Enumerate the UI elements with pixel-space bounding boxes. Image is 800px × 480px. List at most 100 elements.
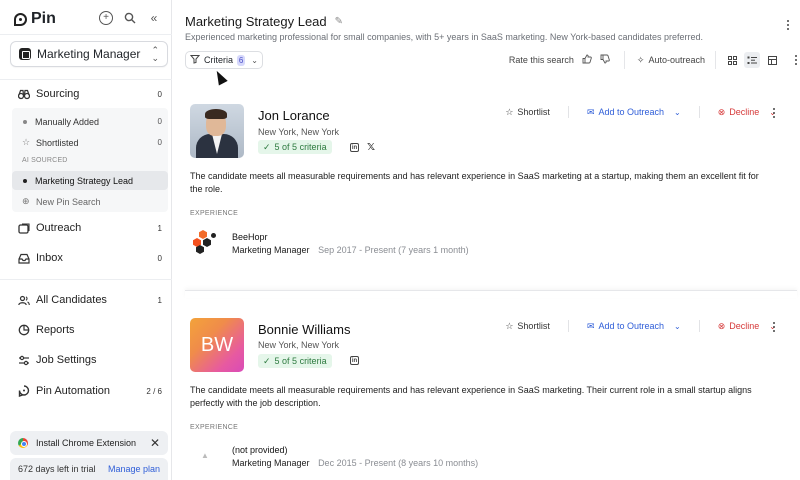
add-to-outreach-button[interactable]: ✉ Add to Outreach ⌄: [581, 317, 687, 335]
sidebar-item-count: 2 / 6: [146, 386, 162, 396]
more-options-icon[interactable]: [784, 20, 792, 30]
manage-plan-link[interactable]: Manage plan: [108, 464, 160, 474]
more-options-icon[interactable]: [792, 55, 800, 65]
criteria-match-label: 5 of 5 criteria: [274, 142, 327, 152]
role-title: Marketing Manager: [232, 245, 310, 255]
subnav-manually-added[interactable]: Manually Added 0: [12, 112, 168, 131]
more-options-icon[interactable]: [770, 108, 778, 118]
decline-label: Decline: [729, 321, 760, 331]
company-placeholder-icon: ▲: [201, 451, 209, 460]
rate-search: Rate this search: [509, 54, 610, 67]
grid-view-icon[interactable]: [724, 52, 740, 68]
sidebar-item-label: Job Settings: [36, 354, 97, 366]
edit-pencil-icon[interactable]: ✎: [335, 16, 343, 27]
job-selector[interactable]: Marketing Manager ⌃ ⌄: [10, 41, 168, 67]
collapse-sidebar-icon[interactable]: «: [147, 11, 161, 25]
divider: [0, 79, 172, 80]
more-options-icon[interactable]: [770, 322, 778, 332]
chevron-down-icon[interactable]: ⌄: [674, 108, 681, 117]
trial-days-text: 672 days left in trial: [18, 464, 96, 474]
ai-sourced-heading: AI SOURCED: [22, 157, 68, 164]
extension-banner-label: Install Chrome Extension: [36, 438, 137, 448]
sidebar-top-actions: + «: [99, 11, 161, 25]
filter-icon: [189, 54, 201, 66]
company-logo-icon: [193, 230, 217, 254]
sidebar-item-sourcing[interactable]: Sourcing 0: [0, 83, 172, 105]
subnav-label: Manually Added: [35, 116, 100, 127]
chevron-down-icon: ⌄: [251, 55, 258, 65]
main-content: Marketing Strategy Lead ✎ Experienced ma…: [173, 0, 800, 480]
thumbs-up-icon[interactable]: [582, 54, 592, 67]
mail-icon: ✉: [586, 106, 595, 117]
list-view-icon[interactable]: [744, 52, 760, 68]
chevron-down-icon[interactable]: ⌄: [674, 322, 681, 331]
criteria-match-badge[interactable]: ✓ 5 of 5 criteria: [258, 354, 332, 368]
chrome-icon: [18, 438, 28, 448]
rate-search-label: Rate this search: [508, 55, 574, 65]
subnav-label: Shortlisted: [36, 137, 79, 148]
candidate-summary: The candidate meets all measurable requi…: [190, 171, 759, 194]
candidate-summary: The candidate meets all measurable requi…: [190, 385, 752, 408]
subnav-label: New Pin Search: [36, 196, 101, 207]
sidebar-item-job-settings[interactable]: Job Settings: [0, 349, 172, 371]
mail-icon: ✉: [586, 320, 595, 331]
sidebar-item-label: Pin Automation: [36, 385, 110, 397]
candidate-avatar[interactable]: BW: [190, 318, 244, 372]
candidate-actions: ☆ Shortlist ✉ Add to Outreach ⌄ ⊗ Declin…: [499, 103, 782, 121]
search-icon[interactable]: [123, 11, 137, 25]
criteria-match-badge[interactable]: ✓ 5 of 5 criteria: [258, 140, 332, 154]
criteria-count-badge: 6: [237, 54, 246, 66]
add-to-outreach-button[interactable]: ✉ Add to Outreach ⌄: [581, 103, 687, 121]
job-icon: [19, 48, 31, 60]
sidebar-item-pin-automation[interactable]: Pin Automation 2 / 6: [0, 380, 172, 402]
linkedin-icon[interactable]: in: [350, 356, 359, 365]
sidebar-item-inbox[interactable]: Inbox 0: [0, 247, 172, 269]
sidebar-item-all-candidates[interactable]: All Candidates 1: [0, 289, 172, 311]
sidebar-item-label: All Candidates: [36, 294, 107, 306]
social-links: in 𝕏: [350, 142, 375, 153]
add-icon[interactable]: +: [99, 11, 113, 25]
circle-plus-icon: ⊕: [22, 196, 30, 206]
candidate-photo[interactable]: [190, 104, 244, 158]
subnav-active-search[interactable]: Marketing Strategy Lead: [12, 171, 168, 190]
candidate-name[interactable]: Jon Lorance: [258, 108, 330, 123]
star-icon: ☆: [505, 106, 514, 117]
shortlist-button[interactable]: ☆ Shortlist: [499, 317, 556, 335]
chevron-updown-icon: ⌃ ⌄: [151, 45, 159, 63]
sidebar-item-label: Outreach: [36, 222, 82, 234]
role-line: Marketing Manager Sep 2017 - Present (7 …: [232, 245, 469, 255]
shortlist-button[interactable]: ☆ Shortlist: [499, 103, 556, 121]
subnav-count: 0: [157, 117, 162, 126]
linkedin-icon[interactable]: in: [350, 143, 359, 152]
sidebar-item-label: Inbox: [36, 252, 63, 264]
table-view-icon[interactable]: [764, 52, 780, 68]
social-links: in: [350, 356, 359, 365]
app-name: Pin: [31, 10, 56, 27]
sidebar-item-count: 0: [157, 89, 162, 99]
page-title: Marketing Strategy Lead ✎: [185, 14, 343, 29]
users-icon: [18, 294, 30, 306]
app-brand[interactable]: Pin: [14, 10, 56, 28]
shortlist-label: Shortlist: [517, 107, 550, 117]
candidate-name[interactable]: Bonnie Williams: [258, 322, 350, 337]
sidebar-item-reports[interactable]: Reports: [0, 319, 172, 341]
subnav-shortlisted[interactable]: ☆ Shortlisted 0: [12, 133, 168, 152]
subnav-new-search[interactable]: ⊕ New Pin Search: [12, 192, 168, 211]
star-icon: ☆: [22, 137, 31, 147]
job-selector-label: Marketing Manager: [37, 47, 141, 61]
auto-outreach-button[interactable]: ✧ Auto-outreach: [623, 51, 705, 69]
search-toolbar: Rate this search ✧ Auto-outreach: [509, 51, 800, 69]
outreach-label: Add to Outreach: [598, 107, 665, 117]
check-icon: ✓: [263, 355, 271, 366]
sparkle-icon: ✧: [636, 54, 645, 65]
close-icon[interactable]: ✕: [150, 436, 160, 450]
x-twitter-icon[interactable]: 𝕏: [367, 142, 375, 153]
card-divider: [185, 290, 797, 298]
thumbs-down-icon[interactable]: [600, 54, 610, 67]
criteria-button[interactable]: Criteria 6 ⌄: [185, 51, 263, 69]
sidebar-item-outreach[interactable]: Outreach 1: [0, 217, 172, 239]
auto-outreach-label: Auto-outreach: [648, 55, 705, 65]
view-toggle: [715, 51, 780, 69]
chrome-extension-banner[interactable]: Install Chrome Extension ✕: [10, 431, 168, 455]
sidebar-item-label: Reports: [36, 324, 75, 336]
